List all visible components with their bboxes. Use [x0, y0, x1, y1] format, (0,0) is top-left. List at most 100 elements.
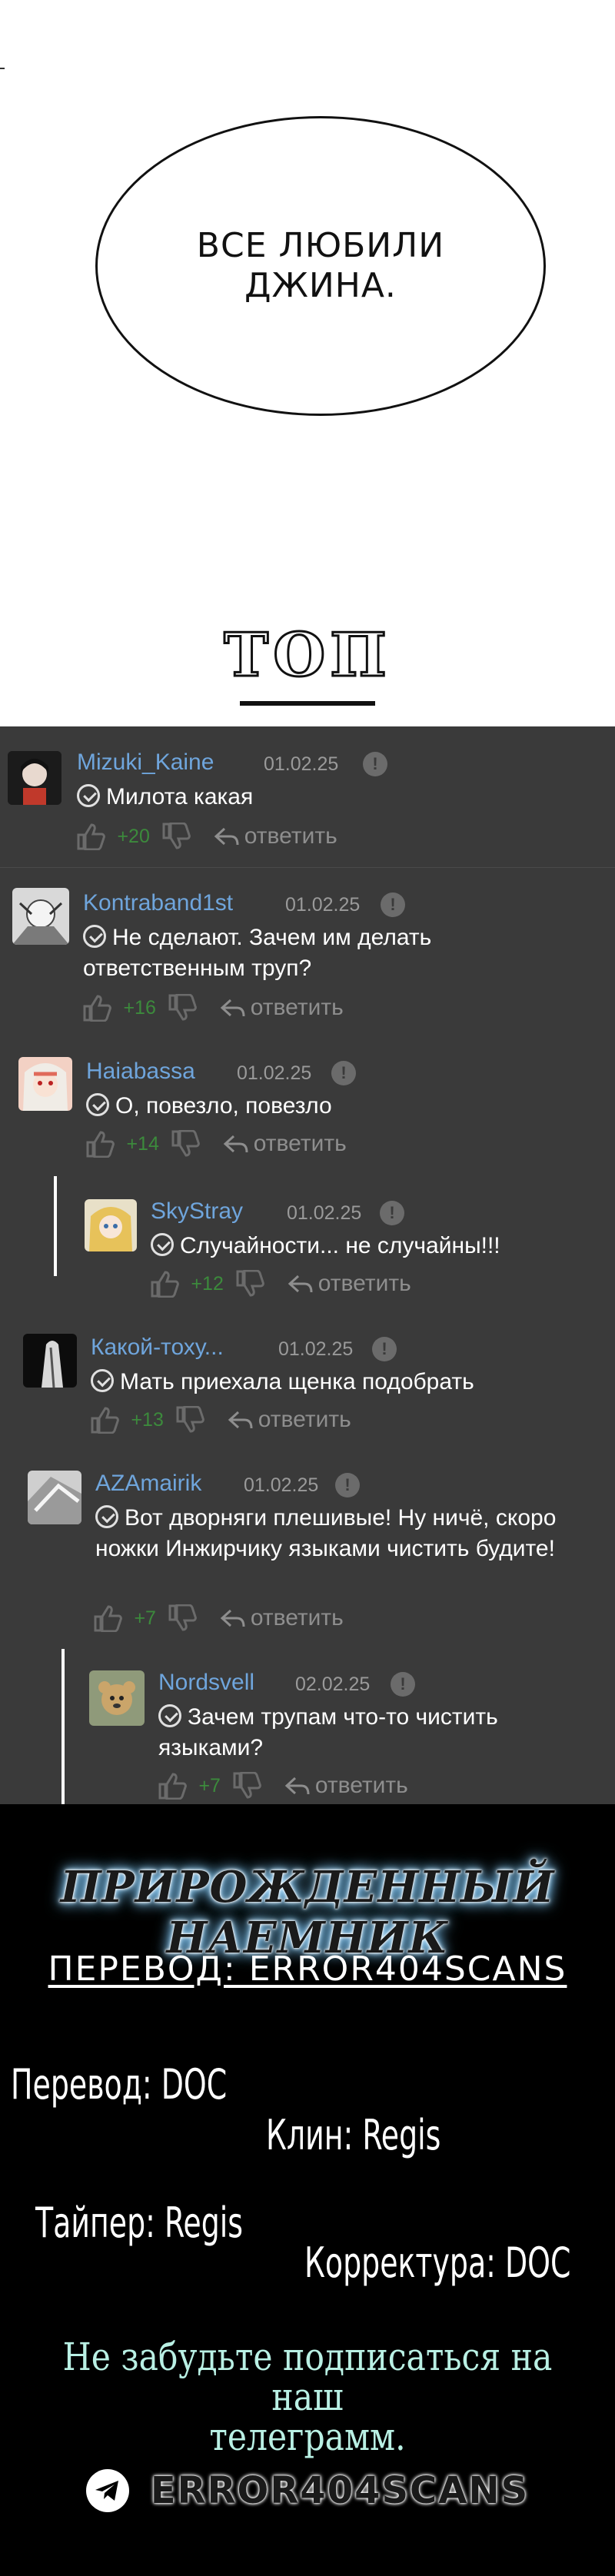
reply-arrow-icon [228, 1411, 253, 1429]
comment-text-content: Мать приехала щенка подобрать [120, 1369, 474, 1394]
reply-arrow-icon [214, 827, 239, 846]
comment-date: 01.02.25 [287, 1202, 362, 1224]
avatar[interactable] [8, 751, 62, 805]
comment-actions: +7 ответить [157, 1772, 408, 1804]
comment-date: 01.02.25 [237, 1062, 312, 1084]
reply-button[interactable]: ответить [288, 1271, 411, 1297]
telegram-handle: ERROR404SCANS [150, 2469, 530, 2512]
divider [0, 867, 615, 868]
comment-score: +7 [198, 1774, 221, 1797]
comment-username[interactable]: Какой-тоху... [91, 1335, 224, 1361]
comment-text-content: Вот дворняги плешивые! Ну ничё, скоро но… [95, 1505, 557, 1561]
reply-button[interactable]: ответить [214, 823, 337, 849]
comment-text-content: Милота какая [106, 784, 254, 809]
reply-arrow-icon [220, 999, 245, 1017]
comment-actions: +14 ответить [85, 1130, 347, 1164]
thumbs-down-icon[interactable] [170, 1130, 201, 1158]
reply-label: ответить [314, 1773, 408, 1798]
comment-text: Зачем трупам что-то чистить языками? [158, 1702, 573, 1763]
comment-text-content: Не сделают. Зачем им делать ответственны… [83, 925, 432, 981]
report-icon[interactable]: ! [372, 1337, 397, 1361]
thumbs-down-icon[interactable] [231, 1772, 262, 1800]
series-title: ПРИРОЖДЕННЫЙ НАЕМНИК [60, 1862, 555, 1963]
comment-username[interactable]: Nordsvell [158, 1670, 254, 1696]
thread-line [62, 1649, 65, 1804]
avatar[interactable] [28, 1471, 81, 1524]
comment-username[interactable]: Haiabassa [86, 1059, 195, 1085]
reply-label: ответить [317, 1271, 411, 1296]
top-heading-underline [240, 701, 375, 706]
comment-username[interactable]: Mizuki_Kaine [77, 750, 214, 776]
bubble-line-1: ВСЕ ЛЮБИЛИ [196, 226, 445, 265]
thumbs-up-icon[interactable] [92, 1604, 123, 1632]
credit-translation: Перевод: DOC [11, 2060, 228, 2109]
report-icon[interactable]: ! [335, 1473, 360, 1497]
thumbs-down-icon[interactable] [161, 823, 191, 850]
thumbs-down-icon[interactable] [234, 1270, 265, 1298]
panel-mark [0, 68, 5, 69]
comment-score: +7 [134, 1607, 156, 1629]
thumbs-down-icon[interactable] [167, 994, 198, 1022]
telegram-icon [85, 2469, 129, 2512]
reply-mark-icon [86, 1093, 109, 1116]
reply-button[interactable]: ответить [223, 1131, 347, 1157]
thumbs-up-icon[interactable] [81, 994, 112, 1022]
comment-score: +16 [123, 996, 156, 1019]
thumbs-up-icon[interactable] [157, 1772, 188, 1800]
reply-label: ответить [244, 823, 337, 849]
reply-mark-icon [158, 1704, 181, 1727]
comment-date: 01.02.25 [285, 894, 361, 916]
comment-date: 01.02.25 [244, 1474, 319, 1496]
reply-button[interactable]: ответить [220, 1605, 344, 1631]
report-icon[interactable]: ! [331, 1061, 356, 1085]
comment-text-content: О, повезло, повезло [115, 1093, 332, 1118]
reply-button[interactable]: ответить [284, 1773, 408, 1799]
reminder-line-1: Не забудьте подписаться на наш [62, 2335, 553, 2419]
comment-username[interactable]: SkyStray [151, 1198, 243, 1225]
thumbs-down-icon[interactable] [167, 1604, 198, 1632]
report-icon[interactable]: ! [380, 1201, 404, 1225]
thumbs-down-icon[interactable] [175, 1406, 205, 1434]
comic-panel: ВСЕ ЛЮБИЛИ ДЖИНА. ТОП [0, 0, 615, 726]
comment-username[interactable]: Kontraband1st [83, 890, 233, 916]
reply-label: ответить [250, 1605, 344, 1630]
report-icon[interactable]: ! [391, 1672, 415, 1697]
comment-text: Мать приехала щенка подобрать [91, 1367, 598, 1398]
reply-button[interactable]: ответить [228, 1407, 351, 1433]
comment-actions: +16 ответить [81, 994, 344, 1028]
reply-mark-icon [151, 1233, 174, 1256]
comment-score: +14 [126, 1132, 159, 1155]
top-heading: ТОП [223, 620, 391, 691]
comment-score: +20 [117, 825, 150, 847]
reply-arrow-icon [284, 1777, 310, 1795]
telegram-link[interactable]: ERROR404SCANS [0, 2460, 615, 2521]
report-icon[interactable]: ! [363, 752, 387, 776]
avatar[interactable] [12, 888, 69, 945]
comments-section: Mizuki_Kaine 01.02.25 ! Милота какая +20… [0, 726, 615, 1804]
comment-actions: +7 ответить [92, 1604, 344, 1638]
avatar[interactable] [85, 1199, 137, 1251]
credit-proofreading: Корректура: DOC [304, 2239, 571, 2287]
comment-text: О, повезло, повезло [86, 1091, 593, 1122]
credit-clean: Клин: Regis [266, 2111, 441, 2159]
comment-actions: +13 ответить [89, 1406, 351, 1440]
reply-button[interactable]: ответить [220, 995, 344, 1021]
report-icon[interactable]: ! [381, 892, 405, 917]
reply-arrow-icon [223, 1135, 248, 1153]
comment-actions: +20 ответить [75, 823, 337, 856]
reminder-line-2: телеграмм. [209, 2415, 406, 2459]
bubble-line-2: ДЖИНА. [244, 266, 397, 305]
thumbs-up-icon[interactable] [89, 1406, 120, 1434]
thumbs-up-icon[interactable] [149, 1270, 180, 1298]
comment-username[interactable]: AZAmairik [95, 1471, 201, 1497]
comment-text: Вот дворняги плешивые! Ну ничё, скоро но… [95, 1503, 603, 1564]
comment-date: 02.02.25 [295, 1674, 371, 1695]
comment-text: Случайности... не случайны!!! [151, 1231, 604, 1261]
thumbs-up-icon[interactable] [85, 1130, 115, 1158]
avatar[interactable] [89, 1670, 145, 1726]
reply-mark-icon [83, 925, 106, 948]
thumbs-up-icon[interactable] [75, 823, 106, 850]
avatar[interactable] [18, 1057, 72, 1111]
comment-score: +13 [131, 1408, 164, 1431]
avatar[interactable] [23, 1334, 77, 1388]
